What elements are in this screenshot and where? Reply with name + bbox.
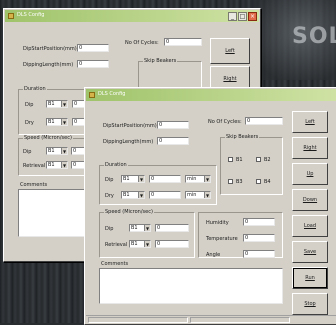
dip-start-position-field[interactable]: 0 bbox=[77, 44, 109, 52]
status-bar-panel bbox=[88, 317, 188, 323]
duration-dip-label: Dip bbox=[25, 102, 34, 108]
humidity-label: Humidity bbox=[206, 220, 229, 226]
angle-label: Angle bbox=[206, 252, 221, 258]
duration-group: Duration bbox=[99, 162, 217, 205]
duration-dry-unit-select[interactable]: min ▼ bbox=[185, 191, 211, 199]
left-button[interactable]: Left bbox=[210, 38, 250, 64]
load-button[interactable]: Load bbox=[292, 215, 328, 237]
beaker-b4-label: B4 bbox=[264, 179, 271, 185]
duration-caption: Duration bbox=[104, 162, 128, 168]
speed-dip-field[interactable]: 0 bbox=[155, 224, 189, 232]
title-bar[interactable]: DLS Config _ □ × bbox=[5, 10, 259, 22]
dip-start-position-field[interactable]: 0 bbox=[157, 121, 189, 129]
dip-start-position-label: DipStartPosition(mm) bbox=[23, 46, 77, 52]
speed-group: Speed (Micron/sec) bbox=[99, 209, 195, 258]
window-title: DLS Config bbox=[98, 91, 126, 97]
duration-dry-label: Dry bbox=[25, 120, 34, 126]
app-icon bbox=[8, 13, 14, 19]
speed-caption: Speed (Micron/sec) bbox=[104, 209, 154, 215]
background-watermark: SOL bbox=[292, 24, 336, 49]
beaker-b1-checkbox[interactable] bbox=[228, 157, 233, 162]
angle-field[interactable]: 0 bbox=[243, 250, 275, 258]
speed-dip-label: Dip bbox=[105, 226, 114, 232]
duration-dip-beaker-select[interactable]: B1 ▼ bbox=[46, 100, 68, 108]
speed-group: Speed (Micron/sec) bbox=[18, 135, 92, 176]
left-button[interactable]: Left bbox=[292, 111, 328, 133]
comments-textarea[interactable] bbox=[99, 268, 283, 304]
dropdown-arrow-icon[interactable]: ▼ bbox=[61, 148, 67, 154]
dropdown-arrow-icon[interactable]: ▼ bbox=[138, 192, 144, 198]
status-bar bbox=[86, 315, 336, 323]
speed-retrieval-beaker-select[interactable]: B1 ▼ bbox=[129, 240, 151, 248]
no-of-cycles-field[interactable]: 0 bbox=[245, 117, 283, 125]
beaker-b2-checkbox[interactable] bbox=[256, 157, 261, 162]
speed-retrieval-label: Retrieval bbox=[23, 163, 46, 169]
beaker-b4-checkbox[interactable] bbox=[256, 179, 261, 184]
comments-textarea[interactable] bbox=[18, 189, 88, 237]
no-of-cycles-field[interactable]: 0 bbox=[164, 38, 202, 46]
dipping-length-field[interactable]: 0 bbox=[157, 137, 189, 145]
no-of-cycles-label: No Of Cycles: bbox=[208, 119, 242, 125]
comments-label: Comments bbox=[101, 261, 129, 267]
duration-dry-field[interactable]: 0 bbox=[149, 191, 181, 199]
dropdown-arrow-icon[interactable]: ▼ bbox=[61, 101, 67, 107]
dropdown-arrow-icon[interactable]: ▼ bbox=[144, 241, 150, 247]
up-button[interactable]: Up bbox=[292, 163, 328, 185]
speed-retrieval-field[interactable]: 0 bbox=[155, 240, 189, 248]
beaker-b3-checkbox[interactable] bbox=[228, 179, 233, 184]
dipping-length-field[interactable]: 0 bbox=[77, 60, 109, 68]
beaker-b3-label: B3 bbox=[236, 179, 243, 185]
humidity-field[interactable]: 0 bbox=[243, 218, 275, 226]
config-window-front: DLS Config DipStartPosition(mm) 0 Dippin… bbox=[84, 87, 336, 325]
speed-retrieval-beaker-select[interactable]: B1 ▼ bbox=[46, 161, 68, 169]
skip-beakers-group: Skip Beakers bbox=[220, 134, 283, 195]
dropdown-arrow-icon[interactable]: ▼ bbox=[204, 176, 210, 182]
duration-dry-label: Dry bbox=[105, 193, 114, 199]
close-icon[interactable]: × bbox=[248, 12, 257, 21]
app-icon bbox=[89, 92, 95, 98]
temperature-field[interactable]: 0 bbox=[243, 234, 275, 242]
duration-dip-label: Dip bbox=[105, 177, 114, 183]
down-button[interactable]: Down bbox=[292, 189, 328, 211]
right-button[interactable]: Right bbox=[292, 137, 328, 159]
speed-dip-label: Dip bbox=[23, 149, 32, 155]
dropdown-arrow-icon[interactable]: ▼ bbox=[61, 162, 67, 168]
dipping-length-label: DippingLength(mm) bbox=[23, 62, 74, 68]
duration-dip-field[interactable]: 0 bbox=[149, 175, 181, 183]
duration-caption: Duration bbox=[23, 86, 47, 92]
dip-start-position-label: DipStartPosition(mm) bbox=[103, 123, 157, 129]
stop-button[interactable]: Stop bbox=[292, 293, 328, 315]
beaker-b2-label: B2 bbox=[264, 157, 271, 163]
save-button[interactable]: Save bbox=[292, 241, 328, 263]
speed-dip-beaker-select[interactable]: B1 ▼ bbox=[46, 147, 68, 155]
title-bar[interactable]: DLS Config bbox=[86, 89, 336, 101]
dropdown-arrow-icon[interactable]: ▼ bbox=[138, 176, 144, 182]
dropdown-arrow-icon[interactable]: ▼ bbox=[204, 192, 210, 198]
dropdown-arrow-icon[interactable]: ▼ bbox=[144, 225, 150, 231]
no-of-cycles-label: No Of Cycles: bbox=[125, 40, 159, 46]
run-button[interactable]: Run bbox=[292, 267, 328, 289]
duration-dry-beaker-select[interactable]: B1 ▼ bbox=[121, 191, 145, 199]
temperature-label: Temperature bbox=[206, 236, 238, 242]
speed-retrieval-label: Retrieval bbox=[105, 242, 128, 248]
speed-caption: Speed (Micron/sec) bbox=[23, 135, 73, 141]
skip-beakers-caption: Skip Beakers bbox=[143, 58, 178, 64]
dipping-length-label: DippingLength(mm) bbox=[103, 139, 154, 145]
speed-dip-beaker-select[interactable]: B1 ▼ bbox=[129, 224, 151, 232]
duration-dry-beaker-select[interactable]: B1 ▼ bbox=[46, 118, 68, 126]
dropdown-arrow-icon[interactable]: ▼ bbox=[61, 119, 67, 125]
beaker-b1-label: B1 bbox=[236, 157, 243, 163]
duration-dip-unit-select[interactable]: min ▼ bbox=[185, 175, 211, 183]
window-title: DLS Config bbox=[17, 12, 45, 18]
skip-beakers-caption: Skip Beakers bbox=[225, 134, 260, 140]
minimize-icon[interactable]: _ bbox=[228, 12, 237, 21]
comments-label: Comments bbox=[20, 182, 48, 188]
duration-dip-beaker-select[interactable]: B1 ▼ bbox=[121, 175, 145, 183]
maximize-icon[interactable]: □ bbox=[238, 12, 247, 21]
status-bar-panel bbox=[190, 317, 290, 323]
